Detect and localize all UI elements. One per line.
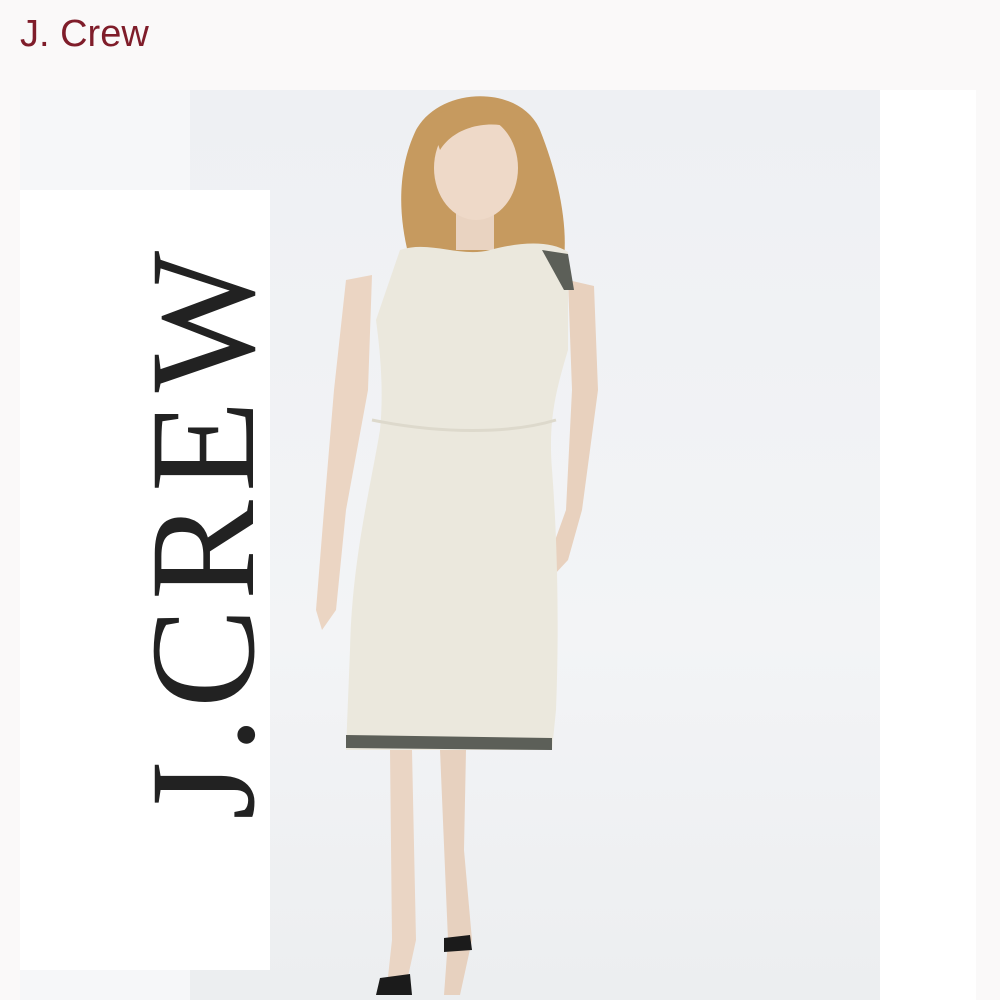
model-shoe-right [444,935,472,952]
model-dress [346,243,568,750]
brand-title: J. Crew [20,13,149,55]
model-right-leg [440,750,472,995]
product-photo[interactable]: J.CREW [20,90,976,1000]
model-shoe-left [376,974,412,995]
model-figure [316,96,598,995]
model-left-leg [386,750,416,995]
